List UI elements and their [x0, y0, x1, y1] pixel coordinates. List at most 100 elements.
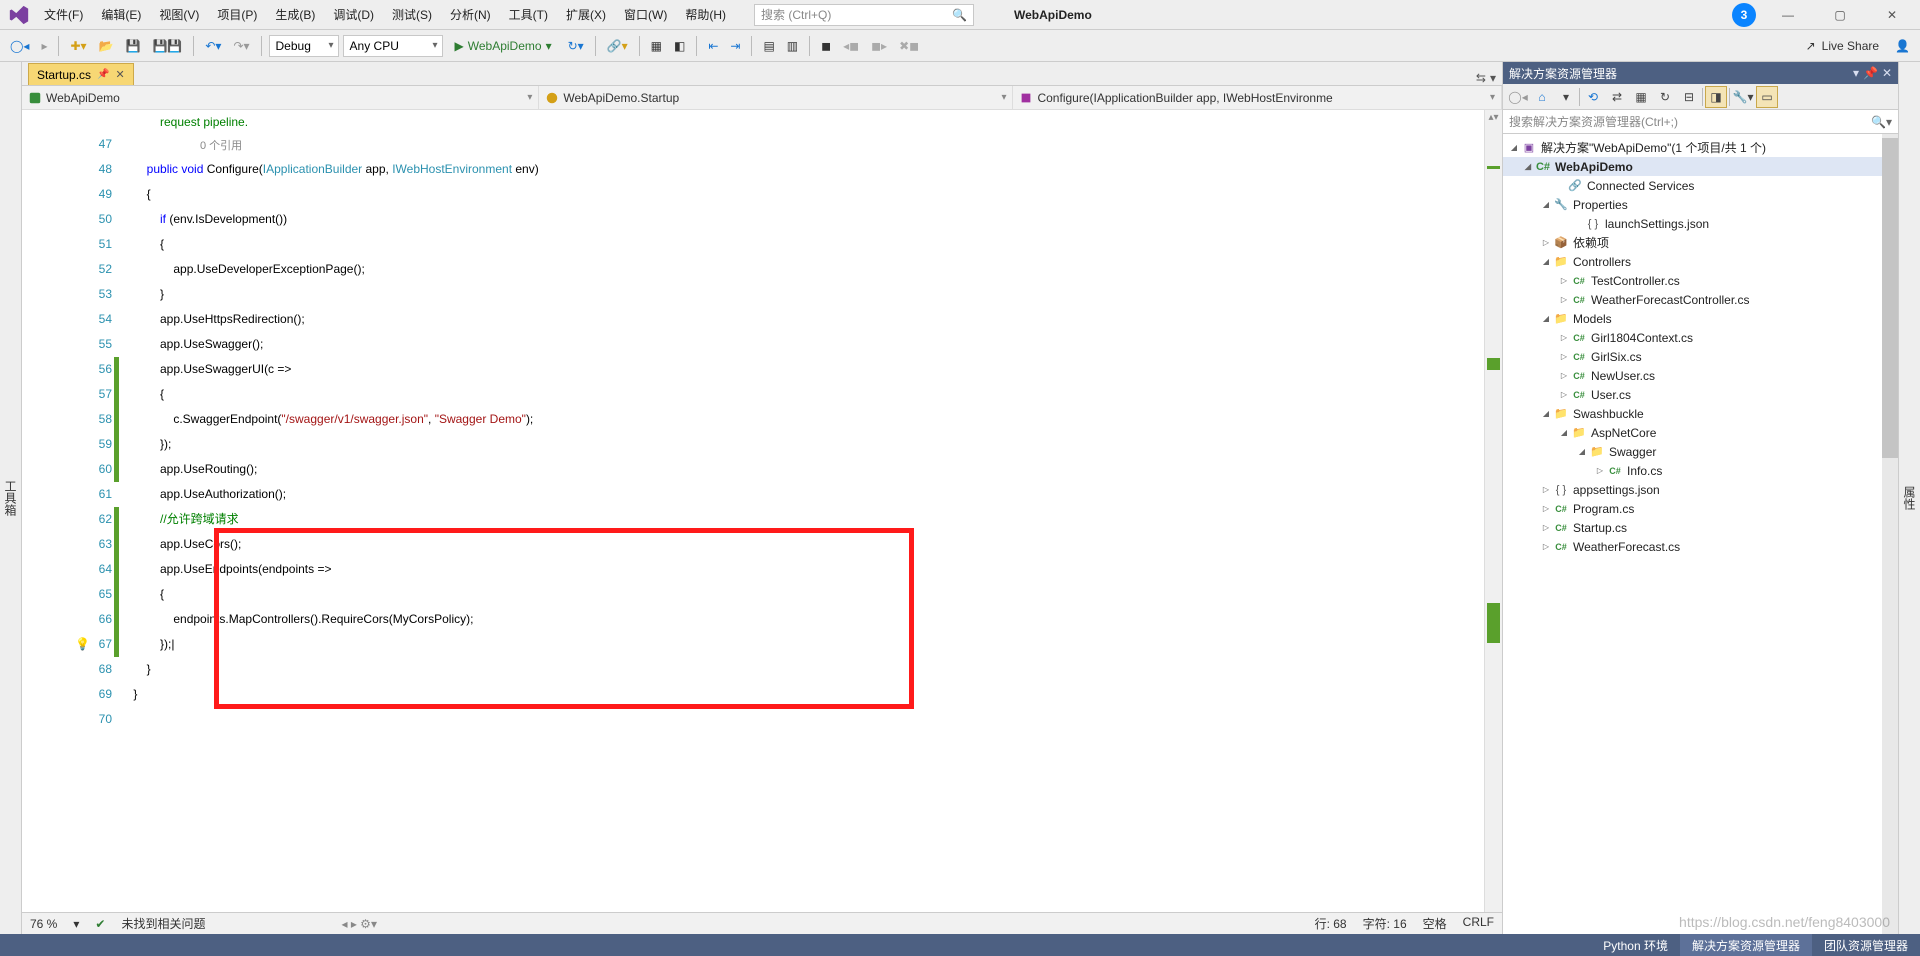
tree-models[interactable]: 📁Models: [1503, 309, 1882, 328]
tab-startup-cs[interactable]: Startup.cs 📌 ✕: [28, 63, 134, 85]
user-avatar-badge[interactable]: 3: [1732, 3, 1756, 27]
status-ws[interactable]: 空格: [1423, 915, 1447, 932]
tree-info[interactable]: C#Info.cs: [1503, 461, 1882, 480]
scroll-split-icon[interactable]: ▴▾: [1485, 112, 1502, 123]
next-bookmark[interactable]: ◼▸: [867, 34, 891, 58]
bookmark-button[interactable]: ◼: [817, 34, 835, 58]
menu-build[interactable]: 生成(B): [267, 2, 323, 27]
tree-weatherforecast[interactable]: C#WeatherForecast.cs: [1503, 537, 1882, 556]
tree-weathercontroller[interactable]: C#WeatherForecastController.cs: [1503, 290, 1882, 309]
save-all-button[interactable]: 💾💾: [148, 34, 186, 58]
tree-connected-services[interactable]: 🔗Connected Services: [1503, 176, 1882, 195]
se-preview-icon[interactable]: ▭: [1756, 86, 1778, 108]
tree-swagger[interactable]: 📁Swagger: [1503, 442, 1882, 461]
statusbar-tab-team[interactable]: 团队资源管理器: [1812, 934, 1920, 956]
account-icon[interactable]: 👤: [1891, 34, 1914, 58]
clear-bookmarks[interactable]: ✖◼: [895, 34, 923, 58]
panel-dropdown-icon[interactable]: ▾: [1853, 66, 1859, 80]
menu-debug[interactable]: 调试(D): [325, 2, 382, 27]
tree-dependencies[interactable]: 📦依赖项: [1503, 233, 1882, 252]
menu-view[interactable]: 视图(V): [151, 2, 207, 27]
minimize-button[interactable]: —: [1768, 1, 1808, 29]
platform-dropdown[interactable]: Any CPU: [343, 35, 443, 57]
se-back-icon[interactable]: ◯◂: [1507, 86, 1529, 108]
tree-startup[interactable]: C#Startup.cs: [1503, 518, 1882, 537]
vertical-scrollbar[interactable]: ▴▾: [1484, 110, 1502, 912]
tree-girlsix[interactable]: C#GirlSix.cs: [1503, 347, 1882, 366]
se-collapse-icon[interactable]: ⊟: [1678, 86, 1700, 108]
menu-test[interactable]: 测试(S): [384, 2, 440, 27]
code-text-area[interactable]: request pipeline.0 个引用 public void Confi…: [120, 110, 1484, 912]
menu-edit[interactable]: 编辑(E): [93, 2, 149, 27]
refresh-button[interactable]: ↻▾: [564, 34, 588, 58]
tree-program[interactable]: C#Program.cs: [1503, 499, 1882, 518]
tb-icon-2[interactable]: ◧: [670, 34, 689, 58]
tb-icon-1[interactable]: ▦: [647, 34, 666, 58]
tree-girl1804[interactable]: C#Girl1804Context.cs: [1503, 328, 1882, 347]
indent-in-button[interactable]: ⇥: [726, 34, 744, 58]
tab-dropdown-icon[interactable]: ▾: [1490, 71, 1496, 85]
undo-button[interactable]: ↶▾: [201, 34, 225, 58]
redo-button[interactable]: ↷▾: [229, 34, 253, 58]
close-tab-icon[interactable]: ✕: [115, 68, 124, 81]
tree-testcontroller[interactable]: C#TestController.cs: [1503, 271, 1882, 290]
statusbar-tab-solexp[interactable]: 解决方案资源管理器: [1680, 934, 1812, 956]
pin-icon[interactable]: 📌: [97, 69, 109, 80]
menu-extensions[interactable]: 扩展(X): [558, 2, 614, 27]
menu-analyze[interactable]: 分析(N): [442, 2, 499, 27]
tab-overflow-icon[interactable]: ⇆: [1476, 71, 1486, 85]
indent-out-button[interactable]: ⇤: [704, 34, 722, 58]
tree-aspnetcore[interactable]: 📁AspNetCore: [1503, 423, 1882, 442]
menu-tools[interactable]: 工具(T): [501, 2, 556, 27]
se-pending-icon[interactable]: ⇄: [1606, 86, 1628, 108]
menu-help[interactable]: 帮助(H): [677, 2, 734, 27]
menu-file[interactable]: 文件(F): [36, 2, 91, 27]
left-rail-toolbox[interactable]: 工具箱: [0, 62, 22, 934]
solution-tree[interactable]: ▣解决方案"WebApiDemo"(1 个项目/共 1 个) C#WebApiD…: [1503, 134, 1882, 934]
tree-launchsettings[interactable]: { }launchSettings.json: [1503, 214, 1882, 233]
nav-method[interactable]: Configure(IApplicationBuilder app, IWebH…: [1013, 86, 1502, 109]
tree-solution[interactable]: ▣解决方案"WebApiDemo"(1 个项目/共 1 个): [1503, 138, 1882, 157]
menu-project[interactable]: 项目(P): [209, 2, 265, 27]
panel-close-icon[interactable]: ✕: [1882, 66, 1892, 80]
menu-window[interactable]: 窗口(W): [616, 2, 675, 27]
se-refresh-icon[interactable]: ↻: [1654, 86, 1676, 108]
se-home-icon[interactable]: ⌂: [1531, 86, 1553, 108]
tree-controllers[interactable]: 📁Controllers: [1503, 252, 1882, 271]
issues-nav-icon[interactable]: ◂ ▸ ⚙▾: [341, 917, 377, 931]
save-button[interactable]: 💾: [122, 34, 145, 58]
tree-user[interactable]: C#User.cs: [1503, 385, 1882, 404]
solexp-scrollbar[interactable]: [1882, 134, 1898, 934]
tree-appsettings[interactable]: { }appsettings.json: [1503, 480, 1882, 499]
uncomment-button[interactable]: ▥: [783, 34, 802, 58]
tree-swashbuckle[interactable]: 📁Swashbuckle: [1503, 404, 1882, 423]
nav-class[interactable]: WebApiDemo.Startup: [539, 86, 1013, 109]
prev-bookmark[interactable]: ◂◼: [839, 34, 863, 58]
comment-button[interactable]: ▤: [759, 34, 778, 58]
zoom-dropdown-icon[interactable]: ▾: [73, 917, 79, 931]
back-button[interactable]: ◯◂: [6, 34, 33, 58]
tree-project[interactable]: C#WebApiDemo: [1503, 157, 1882, 176]
browser-link-button[interactable]: 🔗▾: [603, 34, 632, 58]
config-dropdown[interactable]: Debug: [269, 35, 339, 57]
zoom-level[interactable]: 76 %: [30, 917, 57, 931]
panel-pin-icon[interactable]: 📌: [1863, 66, 1878, 80]
se-view-icon[interactable]: ▾: [1555, 86, 1577, 108]
issues-text[interactable]: 未找到相关问题: [121, 915, 205, 932]
nav-project[interactable]: WebApiDemo: [22, 86, 539, 109]
se-properties-icon[interactable]: 🔧▾: [1732, 86, 1754, 108]
open-button[interactable]: 📂: [95, 34, 118, 58]
run-button[interactable]: ▶ WebApiDemo ▾: [447, 39, 560, 53]
maximize-button[interactable]: ▢: [1820, 1, 1860, 29]
statusbar-tab-python[interactable]: Python 环境: [1591, 934, 1680, 956]
code-editor[interactable]: 4748495051525354555657585960616263646566…: [22, 110, 1502, 912]
tree-newuser[interactable]: C#NewUser.cs: [1503, 366, 1882, 385]
live-share-button[interactable]: ↗ Live Share: [1798, 39, 1887, 53]
solution-explorer-search[interactable]: 搜索解决方案资源管理器(Ctrl+;) 🔍▾: [1503, 110, 1898, 134]
right-rail-properties[interactable]: 属性: [1898, 62, 1920, 934]
new-item-button[interactable]: ✚▾: [66, 34, 90, 58]
status-eol[interactable]: CRLF: [1463, 915, 1494, 932]
global-search-input[interactable]: 搜索 (Ctrl+Q) 🔍: [754, 4, 974, 26]
se-sync-icon[interactable]: ⟲: [1582, 86, 1604, 108]
se-showall-icon[interactable]: ▦: [1630, 86, 1652, 108]
